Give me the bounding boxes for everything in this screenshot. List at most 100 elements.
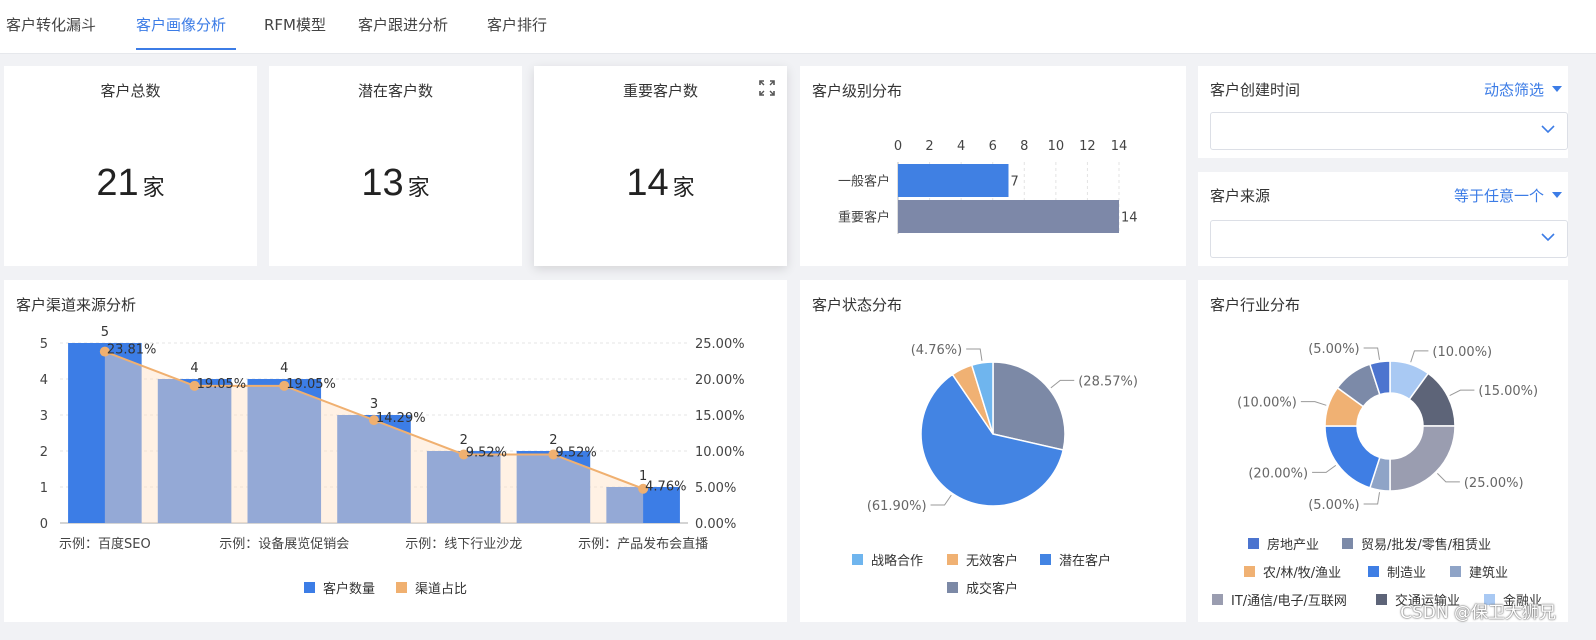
slice-label: (15.00%) <box>1478 384 1538 399</box>
x-tick-label: 0 <box>894 139 902 154</box>
kpi-title: 潜在客户数 <box>357 82 433 100</box>
legend-swatch <box>1342 538 1353 549</box>
watermark: CSDN @保卫大狮兄 <box>1400 603 1556 623</box>
x-tick-label: 10 <box>1048 139 1065 154</box>
caret-down-icon[interactable] <box>1552 192 1562 198</box>
legend-swatch <box>947 554 958 565</box>
legend-item[interactable]: 制造业 <box>1368 562 1426 581</box>
y2-tick-label: 0.00% <box>695 517 736 532</box>
kpi-card-potential: 潜在客户数 13 家 <box>269 66 522 266</box>
bar <box>898 164 1009 197</box>
label-leader-line <box>1449 389 1475 397</box>
source-select[interactable] <box>1210 220 1568 258</box>
tab-funnel[interactable]: 客户转化漏斗 <box>6 14 96 35</box>
filter-source: 客户来源 等于任意一个 <box>1198 172 1568 266</box>
kpi-unit: 家 <box>407 176 430 201</box>
kpi-title: 客户总数 <box>100 82 161 100</box>
legend-swatch <box>304 582 315 593</box>
legend-swatch <box>1040 554 1051 565</box>
x-tick-label: 8 <box>1020 139 1028 154</box>
filter-label: 客户创建时间 <box>1210 81 1301 99</box>
x-tick-label: 示例：产品发布会直播 <box>578 536 708 552</box>
legend-label: 成交客户 <box>966 582 1019 597</box>
legend-label: 无效客户 <box>966 554 1019 569</box>
kpi-number: 14 <box>626 162 669 204</box>
ratio-label: 14.29% <box>376 411 426 426</box>
kpi-unit: 家 <box>672 176 695 201</box>
legend-swatch <box>1376 594 1387 605</box>
chevron-down-icon <box>1541 233 1555 242</box>
level-bar-chart: 0 2 4 6 8 10 12 14 一般客户 7 重要客户 14 <box>838 139 1138 234</box>
legend-item[interactable]: 贸易/批发/零售/租赁业 <box>1342 534 1491 553</box>
label-leader-line <box>966 348 983 361</box>
y-tick-label: 2 <box>40 445 48 460</box>
legend-label: 客户数量 <box>323 582 376 597</box>
x-tick-label: 12 <box>1079 139 1096 154</box>
chevron-down-icon <box>1541 125 1555 134</box>
filter-label: 客户来源 <box>1210 187 1271 205</box>
label-leader-line <box>1363 492 1381 505</box>
status-pie-chart: (28.57%) (61.90%) (4.76%) <box>867 343 1138 514</box>
channel-chart-card: 客户渠道来源分析 0 1 2 3 4 5 0.00% 5.00% 10.00% 15.00% 20.… <box>4 280 787 622</box>
channel-combo-chart: 0 1 2 3 4 5 0.00% 5.00% 10.00% 15.00% 20.00% 25.00%… <box>40 325 745 552</box>
dynamic-filter-link[interactable]: 动态筛选 <box>1484 79 1544 100</box>
legend-item[interactable]: 成交客户 <box>947 578 1018 597</box>
slice <box>1324 425 1381 489</box>
legend-swatch <box>1368 566 1379 577</box>
y2-tick-label: 5.00% <box>695 481 736 496</box>
tab-followup[interactable]: 客户跟进分析 <box>358 14 448 35</box>
caret-down-icon[interactable] <box>1552 86 1562 92</box>
ratio-label: 9.52% <box>466 445 507 460</box>
legend-item[interactable]: IT/通信/电子/互联网 <box>1212 590 1347 609</box>
y-tick-label: 4 <box>40 373 48 388</box>
x-tick-label: 6 <box>989 139 997 154</box>
y-tick-label: 0 <box>40 517 48 532</box>
industry-chart-card: 客户行业分布 (10.00%) (15.00%) (25.00%) (5.00%) (2… <box>1198 280 1568 622</box>
legend-item[interactable]: 建筑业 <box>1450 562 1508 581</box>
y-tick-label: 5 <box>40 337 48 352</box>
kpi-number: 21 <box>96 162 139 204</box>
tab-portrait[interactable]: 客户画像分析 <box>136 14 226 35</box>
tab-bar: 客户转化漏斗 客户画像分析 RFM模型 客户跟进分析 客户排行 <box>0 0 1596 54</box>
legend-item[interactable]: 客户数量 <box>304 578 375 597</box>
bar-value-label: 5 <box>101 325 109 340</box>
create-time-select[interactable] <box>1210 112 1568 150</box>
kpi-number: 13 <box>361 162 404 204</box>
kpi-title: 重要客户数 <box>622 82 698 100</box>
tab-rfm[interactable]: RFM模型 <box>264 14 326 35</box>
tab-ranking[interactable]: 客户排行 <box>487 14 547 35</box>
data-label: 7 <box>1011 175 1019 190</box>
x-tick-label: 示例：百度SEO <box>59 536 151 552</box>
legend-item[interactable]: 房地产业 <box>1248 534 1319 553</box>
legend-item[interactable]: 无效客户 <box>947 550 1018 569</box>
bar <box>898 200 1119 233</box>
y2-tick-label: 20.00% <box>695 373 745 388</box>
category-label: 重要客户 <box>838 210 890 226</box>
legend-label: 潜在客户 <box>1059 554 1112 569</box>
legend-label: IT/通信/电子/互联网 <box>1231 594 1347 609</box>
legend-item[interactable]: 渠道占比 <box>396 578 467 597</box>
slice-label: (10.00%) <box>1432 345 1492 360</box>
legend-label: 贸易/批发/零售/租赁业 <box>1361 538 1492 553</box>
status-chart-card: 客户状态分布 (28.57%) (61.90%) (4.76%) 战略合作 无效客户… <box>800 280 1186 622</box>
legend-item[interactable]: 农/林/牧/渔业 <box>1244 562 1341 581</box>
data-label: 14 <box>1121 211 1138 226</box>
slice-label: (25.00%) <box>1464 476 1524 491</box>
industry-donut-chart: (10.00%) (15.00%) (25.00%) (5.00%) (20.00%) (… <box>1237 342 1538 513</box>
legend-swatch <box>1212 594 1223 605</box>
x-tick-label: 14 <box>1111 139 1128 154</box>
y2-tick-label: 15.00% <box>695 409 745 424</box>
label-leader-line <box>1437 473 1460 483</box>
legend-item[interactable]: 潜在客户 <box>1040 550 1111 569</box>
legend-swatch <box>1248 538 1259 549</box>
legend-item[interactable]: 战略合作 <box>852 550 923 569</box>
kpi-value: 14 家 <box>534 162 787 205</box>
kpi-value: 21 家 <box>4 162 257 205</box>
slice-label: (4.76%) <box>911 343 962 358</box>
slice-label: (5.00%) <box>1308 498 1359 513</box>
bar-value-label: 3 <box>370 397 378 412</box>
dashboard: 客户转化漏斗 客户画像分析 RFM模型 客户跟进分析 客户排行 客户总数 21 家… <box>0 0 1596 640</box>
expand-icon[interactable] <box>759 80 775 96</box>
ratio-label: 4.76% <box>645 480 686 495</box>
any-of-filter-link[interactable]: 等于任意一个 <box>1454 185 1544 206</box>
